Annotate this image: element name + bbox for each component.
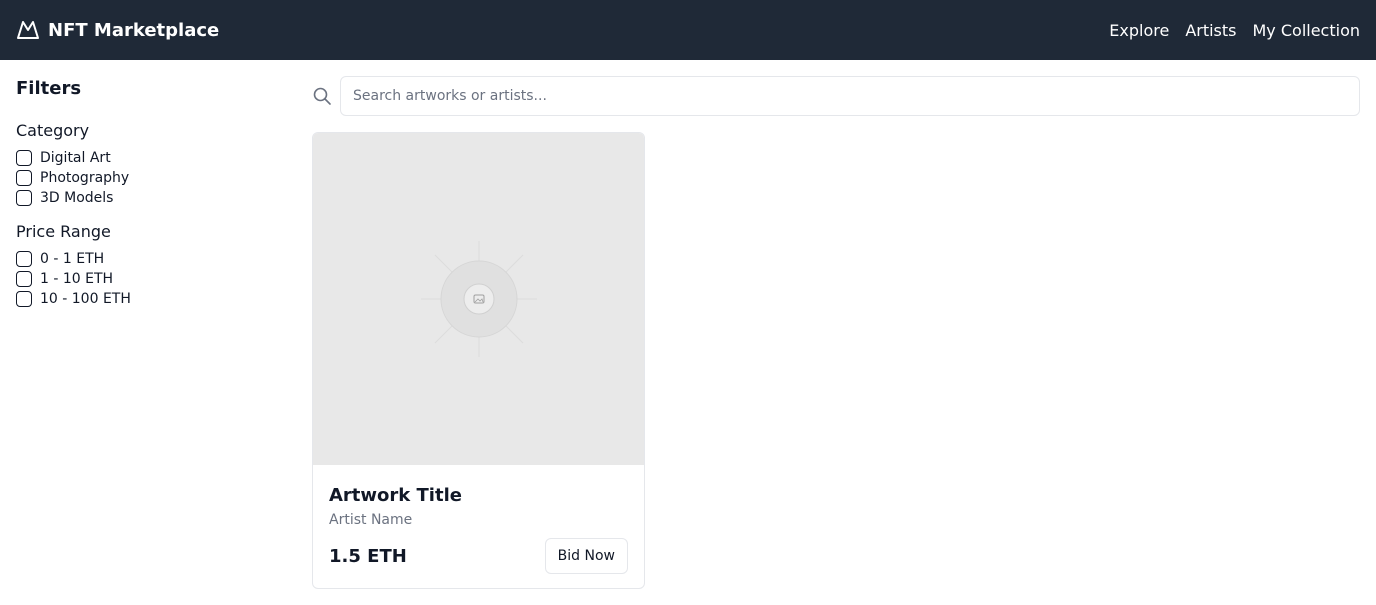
card-body: Artwork Title Artist Name 1.5 ETH Bid No… bbox=[313, 465, 644, 574]
filter-option-label: 1 - 10 ETH bbox=[40, 271, 114, 287]
artwork-image bbox=[313, 133, 644, 465]
mountain-icon bbox=[16, 18, 40, 42]
artwork-title: Artwork Title bbox=[329, 485, 462, 506]
filter-option-label: Digital Art bbox=[40, 150, 111, 166]
brand-title: NFT Marketplace bbox=[48, 19, 220, 41]
checkbox[interactable] bbox=[16, 150, 32, 166]
card-footer: 1.5 ETH Bid Now bbox=[329, 538, 628, 574]
checkbox[interactable] bbox=[16, 251, 32, 267]
brand[interactable]: NFT Marketplace bbox=[16, 18, 219, 42]
nav-my-collection[interactable]: My Collection bbox=[1253, 21, 1361, 40]
filters-sidebar: Filters Category Digital Art Photography… bbox=[16, 78, 276, 323]
artist-name: Artist Name bbox=[329, 512, 413, 528]
filter-option-digital-art[interactable]: Digital Art bbox=[16, 148, 276, 168]
filter-option-label: 0 - 1 ETH bbox=[40, 251, 105, 267]
checkbox[interactable] bbox=[16, 190, 32, 206]
filter-option-0-1-eth[interactable]: 0 - 1 ETH bbox=[16, 249, 276, 269]
checkbox[interactable] bbox=[16, 271, 32, 287]
bid-now-button[interactable]: Bid Now bbox=[544, 538, 628, 574]
image-placeholder-icon bbox=[420, 241, 537, 357]
filter-group-price-range: Price Range 0 - 1 ETH 1 - 10 ETH 10 - 10… bbox=[16, 222, 276, 309]
checkbox[interactable] bbox=[16, 170, 32, 186]
filters-title: Filters bbox=[16, 78, 82, 99]
search-icon bbox=[312, 86, 332, 106]
filter-group-title: Price Range bbox=[16, 222, 111, 241]
artwork-card[interactable]: Artwork Title Artist Name 1.5 ETH Bid No… bbox=[312, 132, 645, 589]
nav-artists[interactable]: Artists bbox=[1185, 21, 1236, 40]
filter-option-1-10-eth[interactable]: 1 - 10 ETH bbox=[16, 269, 276, 289]
filter-option-label: 10 - 100 ETH bbox=[40, 291, 131, 307]
main-nav: Explore Artists My Collection bbox=[1109, 21, 1360, 40]
filter-option-label: Photography bbox=[40, 170, 130, 186]
top-navbar: NFT Marketplace Explore Artists My Colle… bbox=[0, 0, 1376, 60]
filter-option-label: 3D Models bbox=[40, 190, 114, 206]
search-bar bbox=[312, 76, 1360, 116]
filter-option-10-100-eth[interactable]: 10 - 100 ETH bbox=[16, 289, 276, 309]
checkbox[interactable] bbox=[16, 291, 32, 307]
filter-group-category: Category Digital Art Photography 3D Mode… bbox=[16, 121, 276, 208]
nav-explore[interactable]: Explore bbox=[1109, 21, 1169, 40]
filter-group-title: Category bbox=[16, 121, 90, 140]
search-input[interactable] bbox=[340, 76, 1360, 116]
filter-option-3d-models[interactable]: 3D Models bbox=[16, 188, 276, 208]
artwork-price: 1.5 ETH bbox=[329, 545, 407, 567]
filter-option-photography[interactable]: Photography bbox=[16, 168, 276, 188]
